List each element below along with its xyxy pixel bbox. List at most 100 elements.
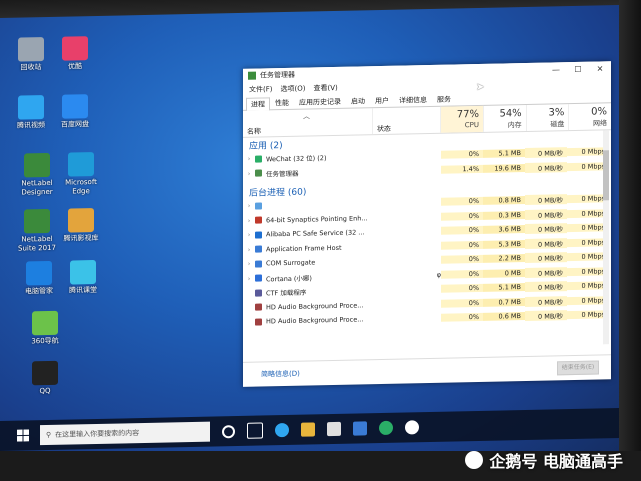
desktop-icon[interactable]: Microsoft Edge: [56, 152, 106, 197]
expand-chevron-icon[interactable]: ›: [245, 155, 253, 163]
process-mem: 5.3 MB: [483, 239, 525, 249]
process-cpu: 0%: [441, 298, 483, 308]
process-name: 64-bit Synaptics Pointing Enh...: [266, 214, 368, 225]
desktop-icon-label: Microsoft Edge: [65, 177, 97, 196]
desktop-icon[interactable]: NetLabel Suite 2017: [12, 208, 62, 254]
desktop-icon-label: NetLabel Designer: [21, 178, 53, 197]
header-disk[interactable]: 3% 磁盘: [525, 104, 569, 131]
desktop-icon[interactable]: 百度网盘: [50, 94, 100, 130]
task-manager-window[interactable]: 任务管理器 — ☐ ✕ 文件(F) 选项(O) 查看(V) 进程 性能 应用历史…: [243, 61, 611, 387]
desktop-icon[interactable]: 电脑管家: [14, 260, 64, 297]
edge-icon[interactable]: [275, 422, 289, 438]
tab-details[interactable]: 详细信息: [394, 93, 432, 107]
desktop-icon[interactable]: NetLabel Designer: [12, 152, 62, 198]
desktop-icon[interactable]: QQ: [20, 360, 70, 397]
desktop-icon[interactable]: 腾讯影视库: [56, 208, 106, 244]
desktop-icon-label: 电脑管家: [25, 286, 53, 296]
app-icon: [18, 37, 44, 62]
app-icon: [26, 260, 52, 286]
process-status: [373, 202, 441, 203]
penguin-logo-icon: [465, 451, 484, 469]
app-icon: [24, 208, 50, 234]
process-status: [373, 246, 441, 247]
bezel-right: [619, 0, 641, 481]
app-icon: [32, 310, 58, 336]
process-list: 应用 (2) › WeChat (32 位) (2) 0% 5.1 MB 0 MB/秒 0…: [243, 130, 611, 352]
process-cpu: 0%: [441, 211, 483, 221]
process-status: [373, 318, 441, 319]
close-button[interactable]: ✕: [589, 64, 611, 73]
desktop-icon-label: 腾讯影视库: [63, 233, 99, 243]
process-disk: 0 MB/秒: [525, 310, 567, 322]
minimize-button[interactable]: —: [545, 65, 567, 74]
tab-services[interactable]: 服务: [432, 92, 456, 106]
process-icon: [255, 202, 262, 210]
process-disk: 0 MB/秒: [525, 208, 567, 220]
process-icon: [255, 260, 262, 268]
desktop-icon[interactable]: 360导航: [20, 310, 70, 347]
sort-up-icon: ︿: [303, 112, 310, 121]
process-name: HD Audio Background Proce...: [266, 315, 364, 326]
process-icon: [255, 245, 262, 253]
search-box[interactable]: ⚲ 在这里输入你要搜索的内容: [40, 421, 210, 446]
scrollbar[interactable]: [603, 130, 609, 345]
process-icon: [255, 318, 262, 326]
explorer-icon[interactable]: [301, 422, 315, 437]
tab-users[interactable]: 用户: [370, 94, 394, 108]
menu-file[interactable]: 文件(F): [249, 84, 273, 94]
app-icon: [68, 208, 94, 233]
scrollbar-thumb[interactable]: [603, 150, 609, 201]
header-network[interactable]: 0% 网络: [568, 103, 611, 131]
chat-icon[interactable]: [405, 420, 419, 435]
process-icon: [255, 289, 262, 297]
process-status: [373, 231, 441, 232]
expand-chevron-icon[interactable]: ›: [245, 245, 253, 254]
expand-chevron-icon[interactable]: ›: [245, 202, 253, 210]
expand-chevron-icon[interactable]: ›: [245, 216, 253, 225]
process-mem: 3.6 MB: [483, 225, 525, 235]
tab-performance[interactable]: 性能: [270, 96, 294, 110]
app-icon: [32, 360, 58, 386]
expand-chevron-icon[interactable]: ›: [245, 274, 253, 283]
process-disk: 0 MB/秒: [525, 266, 567, 278]
start-button[interactable]: [12, 424, 34, 446]
end-task-button[interactable]: 结束任务(E): [557, 360, 599, 376]
app-icon: [18, 95, 44, 120]
cortana-icon[interactable]: [222, 424, 235, 438]
process-icon: [255, 231, 262, 239]
mail-icon[interactable]: [353, 421, 367, 436]
header-cpu[interactable]: 77% CPU: [440, 105, 484, 133]
desktop-icon-label: 回收站: [20, 63, 42, 72]
header-status[interactable]: 状态: [371, 106, 441, 135]
tab-processes[interactable]: 进程: [246, 97, 270, 111]
process-status: [373, 170, 441, 171]
menu-view[interactable]: 查看(V): [313, 83, 337, 94]
process-name: 任务管理器: [266, 169, 299, 179]
desktop-icon[interactable]: 回收站: [6, 37, 56, 73]
maximize-button[interactable]: ☐: [567, 64, 589, 73]
expand-chevron-icon[interactable]: ›: [245, 231, 253, 239]
watermark-text: 企鹅号 电脑通高手: [489, 452, 623, 471]
process-icon: [255, 274, 262, 282]
task-view-icon[interactable]: [247, 422, 263, 439]
expand-chevron-icon[interactable]: ›: [245, 260, 253, 268]
menu-options[interactable]: 选项(O): [281, 84, 306, 95]
wechat-icon[interactable]: [379, 420, 393, 436]
less-details-link[interactable]: 简略信息(D): [261, 369, 300, 380]
desktop-icon[interactable]: 腾讯课堂: [58, 259, 108, 296]
header-memory[interactable]: 54% 内存: [483, 104, 526, 132]
tab-startup[interactable]: 启动: [346, 94, 370, 108]
desktop-icon[interactable]: 优酷: [50, 36, 100, 72]
desktop-icon-label: 腾讯视频: [17, 121, 45, 130]
process-mem: 0.6 MB: [483, 312, 525, 322]
process-mem: 0.3 MB: [483, 210, 525, 220]
process-disk: 0 MB/秒: [525, 147, 567, 159]
process-disk: 0 MB/秒: [525, 281, 567, 293]
windows-logo-icon: [17, 429, 29, 442]
header-name[interactable]: ︿ 名称: [243, 108, 372, 137]
desktop-icon[interactable]: 腾讯视频: [6, 95, 56, 131]
desktop-icon-label: 百度网盘: [61, 120, 89, 129]
store-icon[interactable]: [327, 421, 341, 437]
expand-chevron-icon[interactable]: ›: [245, 169, 253, 178]
tab-app-history[interactable]: 应用历史记录: [294, 95, 346, 109]
